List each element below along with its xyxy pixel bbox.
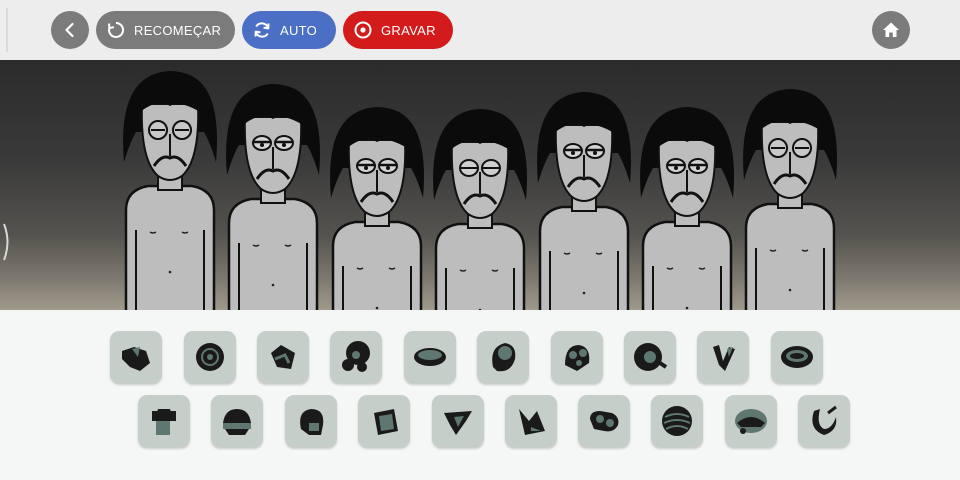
sound-icon-17[interactable] [578,395,630,447]
character-7[interactable] [743,89,837,310]
sound-icon-1[interactable] [110,331,162,383]
character-6[interactable] [640,107,734,310]
sound-icon-12[interactable] [211,395,263,447]
restart-icon [106,20,126,40]
sound-icon-2[interactable] [184,331,236,383]
character-5[interactable] [537,92,631,310]
chevron-left-icon [65,22,74,38]
sound-icon-8[interactable] [624,331,676,383]
characters-layer [123,71,837,310]
auto-button[interactable]: AUTO [242,11,336,49]
sound-icon-5[interactable] [404,331,456,383]
sound-icon-7[interactable] [551,331,603,383]
sound-icon-13[interactable] [285,395,337,447]
sound-icon-3[interactable] [257,331,309,383]
home-icon [883,22,899,37]
refresh-icon [252,20,272,40]
sound-icon-18[interactable] [651,395,703,447]
sound-icon-10[interactable] [771,331,823,383]
back-button[interactable] [51,11,89,49]
top-toolbar: RECOMEÇAR AUTO GRAVAR [0,0,960,60]
sound-icon-9[interactable] [697,331,749,383]
restart-label: RECOMEÇAR [134,22,222,38]
home-button[interactable] [872,11,910,49]
sound-icon-11[interactable] [138,395,190,447]
sound-icon-tray [0,310,960,480]
restart-button[interactable]: RECOMEÇAR [96,11,235,49]
sound-icon-14[interactable] [358,395,410,447]
sound-icon-15[interactable] [432,395,484,447]
sound-icon-19[interactable] [725,395,777,447]
character-2[interactable] [226,84,320,310]
record-button[interactable]: GRAVAR [343,11,453,49]
character-stage [0,60,960,310]
toolbar-edge [6,8,8,52]
sound-icon-4[interactable] [330,331,382,383]
sound-icon-6[interactable] [477,331,529,383]
character-4[interactable] [433,109,527,310]
character-3[interactable] [330,107,424,310]
character-1[interactable] [123,71,217,310]
auto-label: AUTO [280,22,318,38]
record-icon [353,20,373,40]
scroll-hint-icon[interactable] [2,222,12,262]
sound-icon-16[interactable] [505,395,557,447]
record-label: GRAVAR [381,22,436,38]
sound-icon-20[interactable] [798,395,850,447]
